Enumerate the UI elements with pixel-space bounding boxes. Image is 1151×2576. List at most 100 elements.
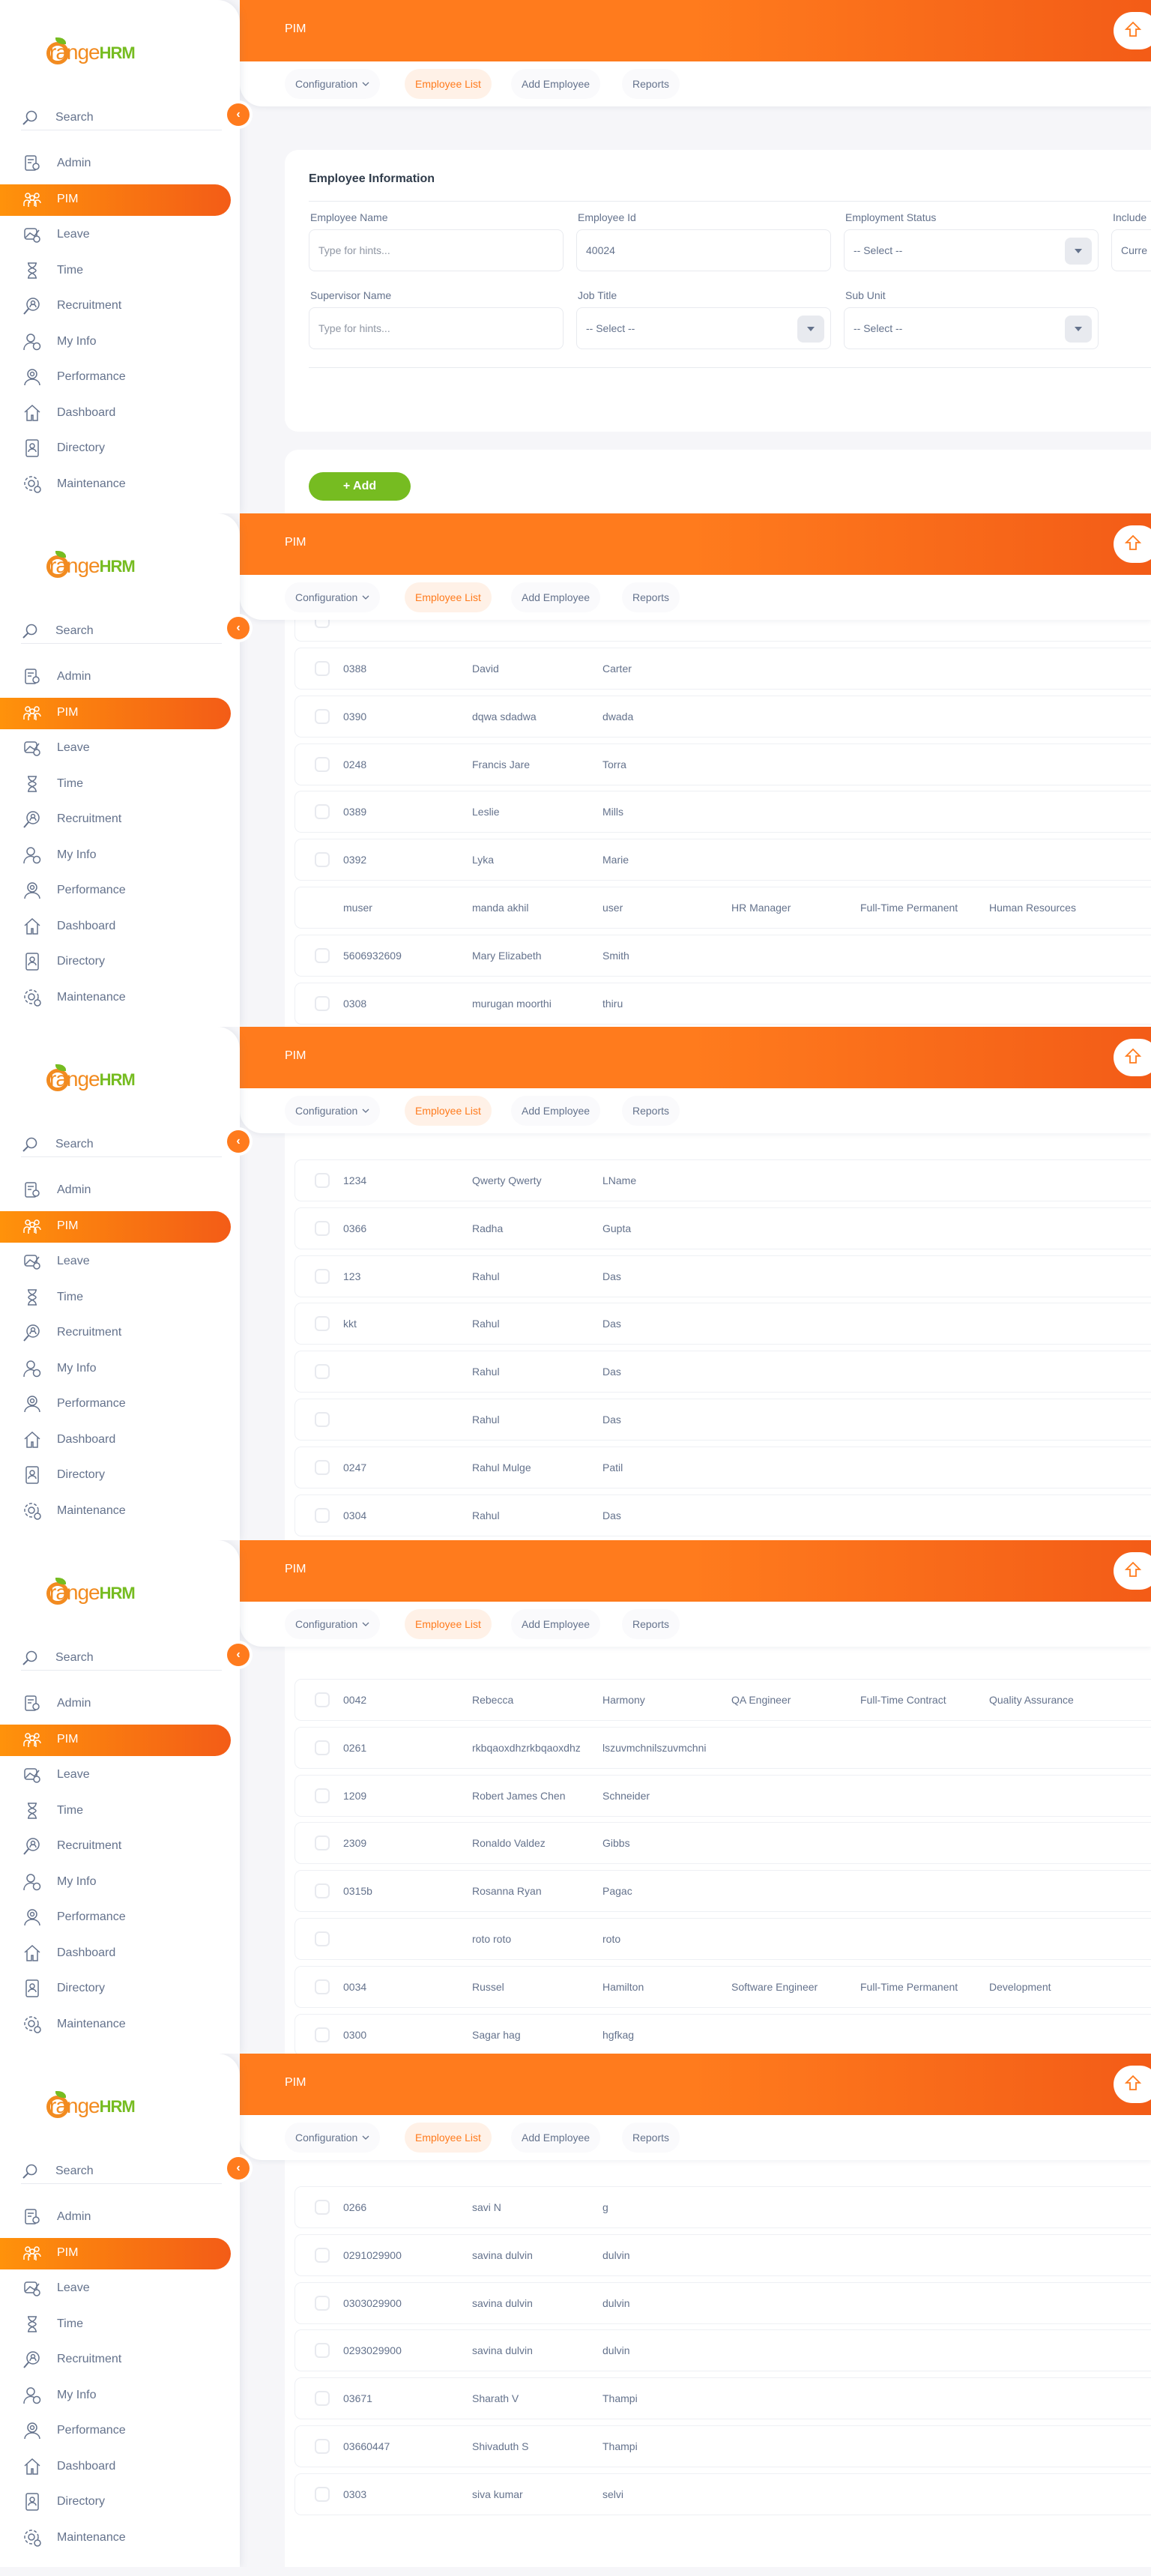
tab-employee-list[interactable]: Employee List [405,582,492,612]
sidebar-item-pim[interactable]: PIM [0,2236,240,2269]
sidebar-item-performance[interactable]: Performance [0,1901,240,1934]
sidebar-item-admin[interactable]: Admin [0,147,240,180]
sidebar-search[interactable]: Search [21,1132,222,1157]
row-checkbox[interactable] [315,1316,330,1332]
table-row[interactable]: 0303029900 savina dulvin dulvin [295,2282,1151,2323]
row-checkbox[interactable] [315,1459,330,1475]
table-row[interactable]: 0315b Rosanna Ryan Pagac [295,1871,1151,1912]
row-checkbox[interactable] [315,804,330,820]
table-row[interactable]: 0248 Francis Jare Torra [295,743,1151,785]
sidebar-item-pim[interactable]: PIM [0,696,240,729]
upgrade-button[interactable] [1114,12,1151,49]
sidebar-item-maintenance[interactable]: Maintenance [0,2008,240,2041]
collapse-sidebar-button[interactable]: ‹ [227,1130,250,1153]
table-row[interactable]: Rahul Das [295,1351,1151,1393]
add-employee-button[interactable]: + Add [309,472,411,501]
table-row[interactable]: 0389 Leslie Mills [295,791,1151,833]
tab-add-employee[interactable]: Add Employee [511,1096,601,1126]
row-checkbox[interactable] [315,2295,330,2311]
table-row[interactable]: 0304 Rahul Das [295,1494,1151,1536]
sidebar-item-admin[interactable]: Admin [0,1687,240,1720]
tab-reports[interactable]: Reports [622,582,680,612]
sidebar-item-admin[interactable]: Admin [0,1174,240,1207]
row-checkbox[interactable] [315,2439,330,2454]
sidebar-item-pim[interactable]: PIM [0,1723,240,1756]
sidebar-item-pim[interactable]: PIM [0,183,240,216]
row-checkbox[interactable] [315,2391,330,2407]
table-row[interactable]: 0247 Rahul Mulge Patil [295,1447,1151,1488]
row-checkbox[interactable] [315,1883,330,1899]
row-checkbox[interactable] [315,1173,330,1188]
tab-configuration[interactable]: Configuration [285,582,381,612]
caret-down-icon[interactable] [1065,238,1092,265]
table-row[interactable]: 0308 murugan moorthi thiru [295,983,1151,1024]
table-row[interactable]: 5606932609 Mary Elizabeth Smith [295,935,1151,976]
row-checkbox[interactable] [315,1692,330,1707]
table-row[interactable]: roto roto roto [295,1919,1151,1959]
tab-configuration[interactable]: Configuration [285,1609,381,1639]
table-row[interactable]: 1209 Robert James Chen Schneider [295,1775,1151,1816]
collapse-sidebar-button[interactable]: ‹ [227,103,250,126]
sidebar-item-my-info[interactable]: My Info [0,1352,240,1385]
tab-configuration[interactable]: Configuration [285,69,381,99]
orangehrm-logo[interactable]: orangerangeHRM [46,27,136,64]
tab-employee-list[interactable]: Employee List [405,1096,492,1126]
sidebar-search[interactable]: Search [21,618,222,644]
tab-add-employee[interactable]: Add Employee [511,1609,601,1639]
sidebar-item-dashboard[interactable]: Dashboard [0,396,240,429]
sidebar-item-time[interactable]: Time [0,1281,240,1314]
orangehrm-logo[interactable]: orangerangeHRM [46,1567,136,1605]
tab-configuration[interactable]: Configuration [285,2123,381,2153]
collapse-sidebar-button[interactable]: ‹ [227,617,250,639]
sidebar-search[interactable]: Search [21,2159,222,2184]
tab-add-employee[interactable]: Add Employee [511,69,601,99]
table-row[interactable]: 0291029900 savina dulvin dulvin [295,2234,1151,2275]
table-row[interactable]: 0293029900 savina dulvin dulvin [295,2330,1151,2371]
row-checkbox[interactable] [315,2027,330,2042]
table-row[interactable]: 0300 Sagar hag hgfkag [295,2014,1151,2054]
sidebar-item-time[interactable]: Time [0,2308,240,2341]
employee-name-field[interactable]: Type for hints... [309,229,564,271]
table-row[interactable]: 03660447 Shivaduth S Thampi [295,2426,1151,2467]
tab-add-employee[interactable]: Add Employee [511,2123,601,2153]
row-checkbox[interactable] [315,661,330,676]
table-row[interactable]: 0042 Rebecca Harmony QA Engineer Full-Time C… [295,1680,1151,1720]
sidebar-item-maintenance[interactable]: Maintenance [0,2521,240,2554]
sidebar-item-pim[interactable]: PIM [0,1210,240,1243]
sidebar-search[interactable]: Search [21,105,222,130]
sidebar-item-maintenance[interactable]: Maintenance [0,1494,240,1527]
table-row[interactable]: 0388 David Carter [295,648,1151,689]
row-checkbox[interactable] [315,1836,330,1851]
sidebar-item-directory[interactable]: Directory [0,1972,240,2005]
sidebar-item-time[interactable]: Time [0,1794,240,1827]
job-title-select[interactable]: -- Select -- [576,307,831,349]
sidebar-search[interactable]: Search [21,1645,222,1671]
tab-employee-list[interactable]: Employee List [405,2123,492,2153]
row-checkbox[interactable] [315,1740,330,1755]
sidebar-item-leave[interactable]: Leave [0,732,240,764]
row-checkbox[interactable] [315,2486,330,2502]
row-checkbox[interactable] [315,1979,330,1994]
table-row[interactable]: 0034 Russel Hamilton Software Engineer Full-… [295,1966,1151,2007]
row-checkbox[interactable] [315,1220,330,1236]
sidebar-item-my-info[interactable]: My Info [0,839,240,872]
table-row[interactable]: 03671 Sharath V Thampi [295,2378,1151,2419]
employee-id-field[interactable]: 40024 [576,229,831,271]
sidebar-item-leave[interactable]: Leave [0,1245,240,1278]
sidebar-item-performance[interactable]: Performance [0,874,240,907]
supervisor-name-field[interactable]: Type for hints... [309,307,564,349]
sidebar-item-performance[interactable]: Performance [0,1387,240,1420]
table-row[interactable]: 0303 siva kumar selvi [295,2473,1151,2515]
table-row[interactable]: 0366 Radha Gupta [295,1207,1151,1249]
row-checkbox[interactable] [315,1412,330,1427]
sidebar-item-dashboard[interactable]: Dashboard [0,2450,240,2483]
sidebar-item-performance[interactable]: Performance [0,361,240,393]
sidebar-item-dashboard[interactable]: Dashboard [0,1423,240,1456]
table-row[interactable]: 0261 rkbqaoxdhzrkbqaoxdhz lszuvmchnilszuvm… [295,1727,1151,1768]
upgrade-button[interactable] [1114,525,1151,563]
table-row[interactable]: 1234 Qwerty Qwerty LName [295,1160,1151,1201]
sidebar-item-recruitment[interactable]: Recruitment [0,1316,240,1349]
row-checkbox[interactable] [315,2343,330,2359]
sub-unit-select[interactable]: -- Select -- [844,307,1099,349]
row-checkbox[interactable] [315,2247,330,2263]
